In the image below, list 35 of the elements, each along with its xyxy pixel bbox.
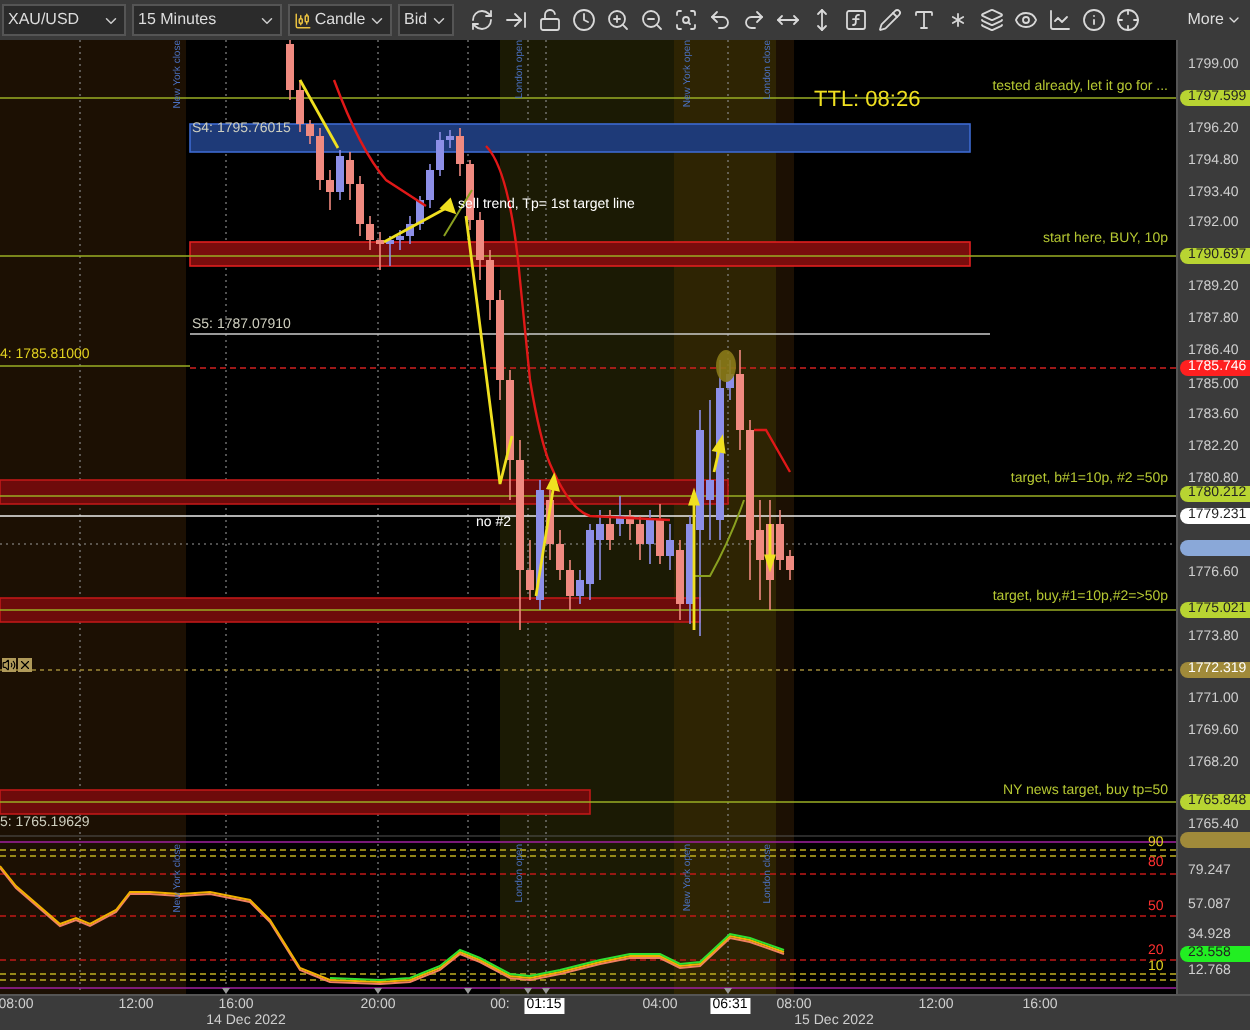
annotation-line [298, 79, 340, 149]
undo-icon[interactable] [708, 8, 732, 32]
zoom-in-icon[interactable] [606, 8, 630, 32]
price-side-dropdown[interactable]: Bid [398, 4, 454, 36]
asterisk-icon[interactable] [946, 8, 970, 32]
timer-label: TTL: 08:26 [814, 86, 921, 116]
redo-icon[interactable] [742, 8, 766, 32]
scroll-to-end-icon[interactable] [504, 8, 528, 32]
timeframe-dropdown[interactable]: 15 Minutes [132, 4, 282, 36]
chart-type-dropdown[interactable]: Candle [288, 4, 392, 36]
unlock-icon[interactable] [538, 8, 562, 32]
function-icon[interactable] [844, 8, 868, 32]
info-icon[interactable] [1082, 8, 1106, 32]
arrow [711, 434, 726, 473]
refresh-icon[interactable] [470, 8, 494, 32]
zoom-fit-icon[interactable] [674, 8, 698, 32]
arrow [688, 487, 700, 630]
arrow [534, 472, 560, 597]
eye-icon[interactable] [1014, 8, 1038, 32]
speaker-icon[interactable] [2, 658, 16, 672]
line-chart-icon[interactable] [1048, 8, 1072, 32]
clock-icon[interactable] [572, 8, 596, 32]
chevron-down-icon [1226, 12, 1242, 28]
arrow [764, 524, 776, 573]
layers-icon[interactable] [980, 8, 1004, 32]
text-icon[interactable] [912, 8, 936, 32]
crosshair-icon[interactable] [1116, 8, 1140, 32]
symbol-dropdown[interactable]: XAU/USD [2, 4, 126, 36]
close-icon[interactable] [18, 658, 32, 672]
more-button[interactable]: More [1187, 8, 1248, 32]
arrow [383, 197, 457, 244]
candlestick-icon [294, 11, 312, 29]
highlight-ellipse [716, 350, 736, 382]
zoom-out-icon[interactable] [640, 8, 664, 32]
pencil-icon[interactable] [878, 8, 902, 32]
